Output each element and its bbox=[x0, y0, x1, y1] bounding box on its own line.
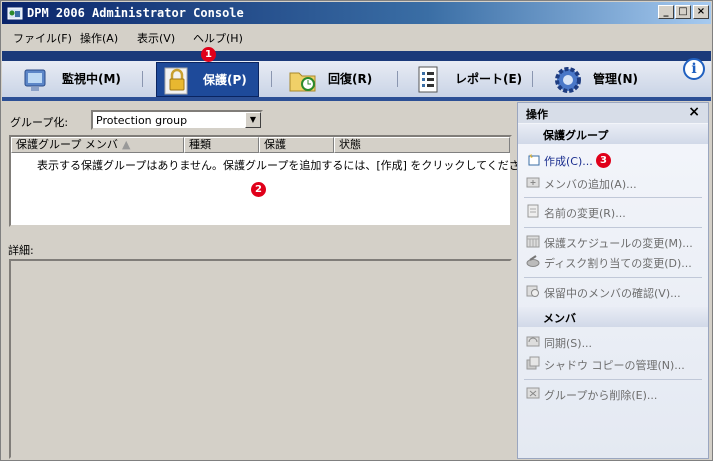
actions-title: 操作 bbox=[526, 108, 548, 121]
actions-pane: 操作 × 保護グループ 作成(C)... 3 メンバの追加(A)... 名前の変… bbox=[517, 102, 709, 459]
nav-separator bbox=[271, 71, 272, 87]
tab-reports[interactable]: レポート(E) bbox=[415, 62, 523, 97]
tab-label: 管理(N) bbox=[593, 72, 639, 86]
tab-label: 監視中(M) bbox=[62, 72, 121, 86]
column-header-type[interactable]: 種類 bbox=[184, 137, 259, 153]
divider bbox=[524, 277, 702, 278]
details-label: 詳細: bbox=[8, 244, 34, 257]
nav-separator bbox=[397, 71, 398, 87]
tab-recovery[interactable]: 回復(R) bbox=[286, 62, 386, 97]
close-button[interactable]: × bbox=[693, 5, 709, 19]
info-icon[interactable]: i bbox=[683, 58, 705, 80]
nav-bar: 監視中(M) 保護(P) 回復(R) レポート(E) 管理(N) i bbox=[2, 51, 711, 101]
maximize-button[interactable]: □ bbox=[675, 5, 691, 19]
protection-pane: グループ化: Protection group ▼ 保護グループ メンバ ▲ 種… bbox=[4, 103, 542, 459]
callout-badge-1: 1 bbox=[201, 47, 216, 62]
section-title: メンバ bbox=[543, 312, 576, 325]
menu-view[interactable]: 表示(V) bbox=[137, 30, 175, 46]
shadow-copy-icon bbox=[526, 356, 540, 370]
gear-icon bbox=[555, 67, 581, 93]
calendar-icon bbox=[526, 235, 540, 248]
action-label: 保護スケジュールの変更(M)... bbox=[544, 237, 693, 250]
tab-label: レポート(E) bbox=[455, 72, 523, 86]
group-by-dropdown[interactable]: Protection group ▼ bbox=[91, 110, 263, 130]
tab-monitoring[interactable]: 監視中(M) bbox=[20, 62, 140, 97]
action-label: シャドウ コピーの管理(N)... bbox=[544, 359, 685, 372]
section-member: メンバ bbox=[518, 307, 708, 327]
tab-management[interactable]: 管理(N) bbox=[551, 62, 651, 97]
dpm-app-icon bbox=[7, 7, 23, 20]
menu-action[interactable]: 操作(A) bbox=[80, 30, 118, 46]
minimize-button[interactable]: _ bbox=[658, 5, 674, 19]
create-icon bbox=[528, 153, 540, 166]
protection-group-list[interactable]: 保護グループ メンバ ▲ 種類 保護 状態 表示する保護グループはありません。保… bbox=[9, 135, 542, 227]
column-header-status[interactable]: 状態 bbox=[334, 137, 510, 153]
group-by-label: グループ化: bbox=[10, 116, 69, 129]
action-label: グループから削除(E)... bbox=[544, 389, 658, 402]
action-label: 名前の変更(R)... bbox=[544, 207, 626, 220]
divider bbox=[524, 379, 702, 380]
remove-icon bbox=[526, 387, 540, 399]
callout-badge-2: 2 bbox=[251, 182, 266, 197]
review-icon bbox=[526, 285, 539, 297]
section-protection-group: 保護グループ bbox=[518, 124, 708, 144]
column-label: 保護グループ メンバ bbox=[16, 138, 118, 151]
nav-separator bbox=[142, 71, 143, 87]
callout-badge-3: 3 bbox=[596, 153, 611, 168]
menu-bar: ファイル(F) 操作(A) 表示(V) ヘルプ(H) bbox=[2, 26, 711, 47]
menu-file[interactable]: ファイル(F) bbox=[13, 30, 72, 46]
rename-icon bbox=[527, 204, 539, 218]
action-label: メンバの追加(A)... bbox=[544, 178, 637, 191]
actions-header: 操作 × bbox=[518, 103, 708, 123]
divider bbox=[524, 227, 702, 228]
app-window: DPM 2006 Administrator Console _ □ × ファイ… bbox=[0, 0, 713, 461]
tab-protection[interactable]: 保護(P) bbox=[156, 62, 259, 97]
section-title: 保護グループ bbox=[543, 129, 609, 142]
action-label: ディスク割り当ての変更(D)... bbox=[544, 257, 692, 270]
menu-help[interactable]: ヘルプ(H) bbox=[193, 30, 243, 46]
group-by-value: Protection group bbox=[96, 114, 188, 127]
action-label: 同期(S)... bbox=[544, 337, 593, 350]
tab-label: 保護(P) bbox=[203, 73, 247, 87]
column-header-protection[interactable]: 保護 bbox=[259, 137, 334, 153]
action-label: 作成(C)... bbox=[544, 155, 593, 168]
tab-label: 回復(R) bbox=[328, 72, 373, 86]
divider bbox=[524, 197, 702, 198]
sort-asc-icon: ▲ bbox=[122, 138, 131, 151]
title-bar: DPM 2006 Administrator Console _ □ × bbox=[2, 2, 711, 24]
column-header-member[interactable]: 保護グループ メンバ ▲ bbox=[11, 137, 184, 153]
lock-icon bbox=[164, 67, 188, 95]
close-pane-icon[interactable]: × bbox=[688, 104, 700, 120]
empty-list-message: 表示する保護グループはありません。保護グループを追加するには、[作成] をクリッ… bbox=[37, 159, 542, 172]
disk-icon bbox=[526, 255, 540, 267]
monitor-icon bbox=[24, 69, 46, 91]
action-label: 保留中のメンバの確認(V)... bbox=[544, 287, 681, 300]
chevron-down-icon[interactable]: ▼ bbox=[245, 112, 261, 128]
nav-separator bbox=[532, 71, 533, 87]
window-title: DPM 2006 Administrator Console bbox=[27, 6, 244, 20]
details-panel bbox=[9, 259, 512, 459]
sync-icon bbox=[526, 336, 540, 347]
folder-recovery-icon bbox=[289, 72, 316, 92]
report-icon bbox=[418, 66, 438, 93]
add-member-icon bbox=[526, 177, 540, 188]
